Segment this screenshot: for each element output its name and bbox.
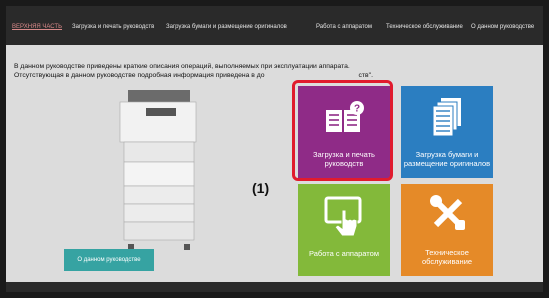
tile-operate[interactable]: Работа с аппаратом: [298, 184, 390, 276]
highlight-frame: [292, 80, 393, 181]
callout-label: (1): [252, 180, 270, 196]
intro-text: В данном руководстве приведены краткие о…: [14, 62, 434, 80]
nav-item-print-manuals[interactable]: Загрузка и печать руководств: [72, 21, 154, 33]
touchscreen-hand-icon: [324, 196, 362, 237]
tile-paper-label: Загрузка бумаги и размещение оригиналов: [401, 150, 493, 168]
tools-icon: [430, 195, 465, 230]
tile-maintenance-label-line2: обслуживание: [421, 257, 473, 266]
about-manual-button[interactable]: О данном руководстве: [64, 249, 154, 271]
printer-illustration: [119, 90, 197, 250]
tile-maintenance[interactable]: Техническое обслуживание: [401, 184, 493, 276]
nav-item-top[interactable]: ВЕРХНЯЯ ЧАСТЬ: [12, 21, 62, 33]
documents-icon: [432, 98, 461, 137]
nav-item-operate[interactable]: Работа с аппаратом: [316, 21, 372, 33]
intro-line-2-start: Отсутствующая в данном руководстве подро…: [14, 72, 265, 79]
tile-paper-originals[interactable]: Загрузка бумаги и размещение оригиналов: [401, 86, 493, 178]
nav-item-about[interactable]: О данном руководстве: [471, 21, 534, 33]
intro-line-1: В данном руководстве приведены краткие о…: [14, 63, 350, 70]
top-navigation-bar: ВЕРХНЯЯ ЧАСТЬ Загрузка и печать руководс…: [6, 6, 543, 45]
nav-item-maintenance[interactable]: Техническое обслуживание: [386, 21, 463, 33]
screen: ВЕРХНЯЯ ЧАСТЬ Загрузка и печать руководс…: [6, 6, 543, 292]
tile-maintenance-label: Техническое обслуживание: [401, 248, 493, 266]
tile-operate-label: Работа с аппаратом: [309, 249, 379, 258]
tile-maintenance-label-line1: Техническое: [425, 248, 469, 257]
intro-line-2: Отсутствующая в данном руководстве подро…: [14, 71, 434, 80]
tile-paper-label-line1: Загрузка бумаги и: [415, 150, 479, 159]
tile-paper-label-line2: размещение оригиналов: [403, 159, 491, 168]
nav-item-paper-originals[interactable]: Загрузка бумаги и размещение оригиналов: [166, 21, 287, 33]
intro-line-2-end: ств".: [358, 72, 373, 79]
bottom-bar: [6, 282, 543, 292]
